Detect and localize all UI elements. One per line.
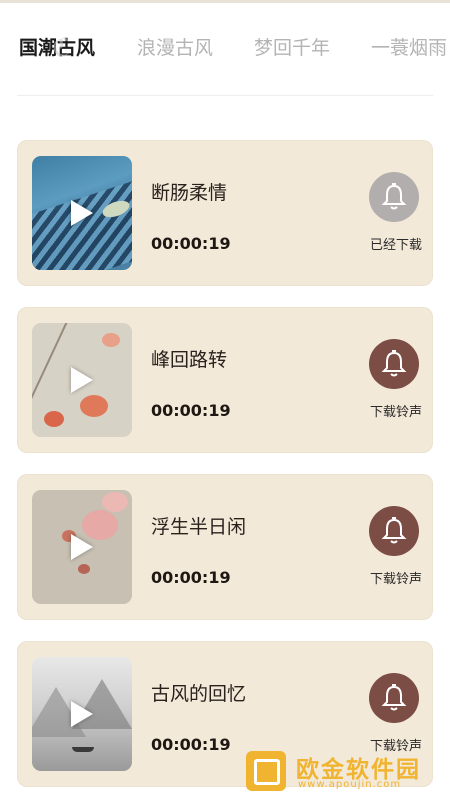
download-ringtone-label: 下载铃声 <box>369 405 422 420</box>
tab-langman-gufeng[interactable]: 浪漫古风 <box>137 30 213 66</box>
tab-yisuo-yanyu[interactable]: 一蓑烟雨 <box>371 30 447 66</box>
ringtone-card[interactable]: 峰回路转 00:00:19 下载铃声 <box>17 307 433 453</box>
bell-icon <box>381 684 407 711</box>
category-tabs: 国潮古风 ℭ 浪漫古风 梦回千年 一蓑烟雨 <box>0 30 450 66</box>
watermark-logo-icon <box>246 751 286 791</box>
download-ringtone-button[interactable] <box>369 673 419 723</box>
play-icon[interactable] <box>71 534 93 560</box>
bell-icon <box>381 350 407 377</box>
ringtone-thumbnail[interactable] <box>32 156 132 270</box>
ringtone-title: 峰回路转 <box>151 349 228 371</box>
tab-menghui-qiannian[interactable]: 梦回千年 <box>254 30 330 66</box>
ringtone-duration: 00:00:19 <box>151 234 231 253</box>
watermark-url: www.apoujin.com <box>298 779 402 790</box>
bell-icon <box>381 183 407 210</box>
ringtone-duration: 00:00:19 <box>151 401 231 420</box>
download-ringtone-button[interactable] <box>369 506 419 556</box>
download-status-label: 已经下载 <box>369 238 422 253</box>
play-icon[interactable] <box>71 701 93 727</box>
tabs-divider <box>17 95 433 96</box>
status-bar-line <box>0 0 450 3</box>
download-ringtone-button[interactable] <box>369 339 419 389</box>
active-tab-ornament-icon: ℭ <box>52 33 71 63</box>
download-ringtone-label: 下载铃声 <box>369 572 422 587</box>
ringtone-card[interactable]: 断肠柔情 00:00:19 已经下载 <box>17 140 433 286</box>
ringtone-thumbnail[interactable] <box>32 490 132 604</box>
downloaded-button[interactable] <box>369 172 419 222</box>
play-icon[interactable] <box>71 200 93 226</box>
play-icon[interactable] <box>71 367 93 393</box>
site-watermark: 欧金软件园 www.apoujin.com <box>246 750 442 792</box>
ringtone-thumbnail[interactable] <box>32 657 132 771</box>
ringtone-title: 浮生半日闲 <box>151 516 247 538</box>
ringtone-title: 断肠柔情 <box>151 182 228 204</box>
bell-icon <box>381 517 407 544</box>
ringtone-duration: 00:00:19 <box>151 735 231 754</box>
ringtone-card[interactable]: 浮生半日闲 00:00:19 下载铃声 <box>17 474 433 620</box>
ringtone-title: 古风的回忆 <box>151 683 247 705</box>
ringtone-duration: 00:00:19 <box>151 568 231 587</box>
ringtone-thumbnail[interactable] <box>32 323 132 437</box>
